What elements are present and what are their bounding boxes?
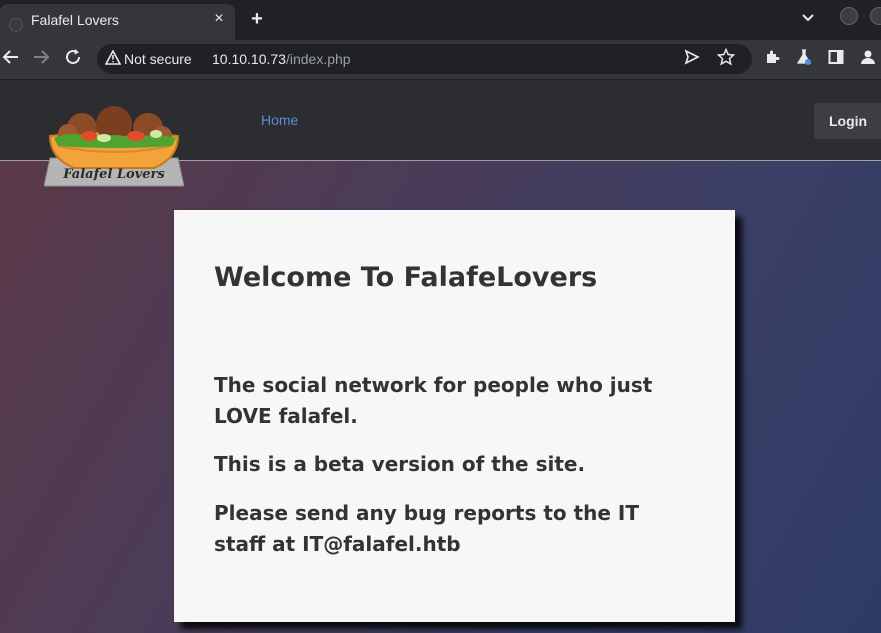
new-tab-button[interactable]: + [246,8,268,31]
favicon-icon [9,18,23,32]
address-bar[interactable]: Not secure 10.10.10.73/index.php [97,44,752,74]
star-icon[interactable] [716,47,736,71]
welcome-card: Welcome To FalafeLovers The social netwo… [174,210,735,622]
site-logo[interactable]: Falafel Lovers [43,106,185,188]
tab-title: Falafel Lovers [31,12,119,28]
security-label[interactable]: Not secure [124,51,192,67]
forward-icon[interactable] [30,48,52,71]
url-host: 10.10.10.73 [212,51,286,67]
tab-close-icon[interactable]: × [209,10,229,28]
tab-search-chevron-icon[interactable] [801,10,815,26]
browser-toolbar: Not secure 10.10.10.73/index.php [0,40,881,80]
tab-strip: Falafel Lovers × + [0,0,881,40]
url-text[interactable]: 10.10.10.73/index.php [212,51,351,67]
page-viewport: Home Login Falafel Lovers Welcome To Fal… [0,80,881,633]
beta-paragraph: This is a beta version of the site. [214,452,586,476]
svg-text:Falafel Lovers: Falafel Lovers [62,167,165,182]
welcome-heading: Welcome To FalafeLovers [214,262,598,293]
browser-tab[interactable]: Falafel Lovers × [0,4,235,40]
warning-icon[interactable] [104,49,122,68]
login-button[interactable]: Login [814,103,881,139]
send-icon[interactable] [684,49,700,70]
reload-icon[interactable] [62,48,84,71]
nav-home-link[interactable]: Home [261,112,298,128]
url-path: /index.php [285,51,351,67]
labs-icon[interactable] [794,49,814,69]
minimize-window-button[interactable] [840,7,858,25]
bug-report-paragraph: Please send any bug reports to the IT st… [214,501,640,556]
back-icon[interactable] [0,48,22,71]
maximize-window-button[interactable] [870,7,881,25]
sidepanel-icon[interactable] [826,49,846,69]
intro-paragraph: The social network for people who just L… [214,373,653,428]
profile-icon[interactable] [858,49,878,69]
extensions-icon[interactable] [762,49,782,69]
